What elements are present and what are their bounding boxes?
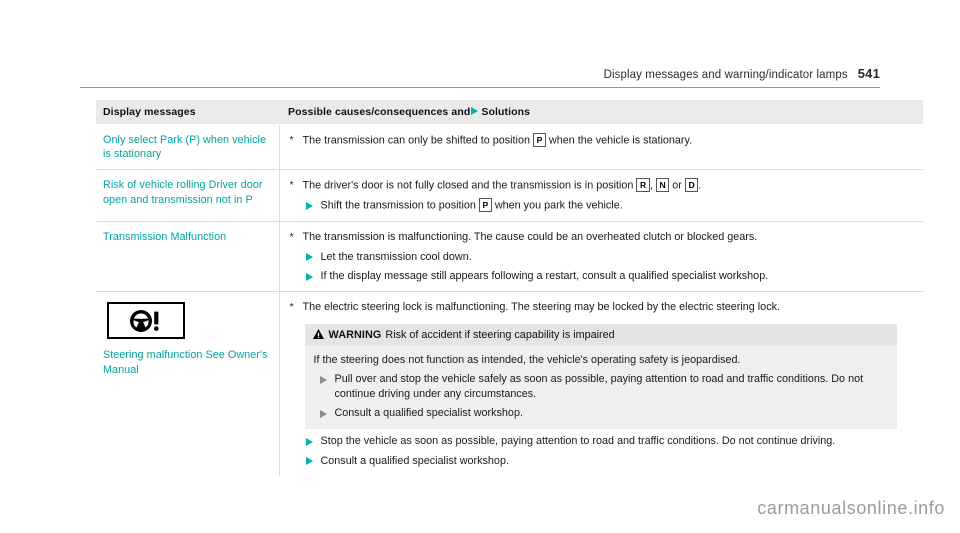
solution-line: Shift the transmission to position P whe… [289,198,918,213]
causes-solutions-cell: * The transmission can only be shifted to… [279,124,923,171]
asterisk-marker: * [289,134,294,146]
solution-line: If the display message still appears fol… [289,269,918,283]
column-header-display-messages: Display messages [96,100,279,125]
cause-line: * The electric steering lock is malfuncti… [289,300,918,314]
page-number: 541 [857,66,880,81]
warning-action-line: Pull over and stop the vehicle safely as… [314,372,887,401]
table-row: Risk of vehicle rolling Driver door open… [96,169,923,223]
solution-triangle-icon [319,409,327,418]
column-header-solutions-text: Solutions [481,106,531,118]
display-message-cell: Only select Park (P) when vehicle is sta… [96,124,280,171]
table-row: Steering malfunction See Owner's Manual *… [96,291,923,477]
asterisk-marker: * [289,301,294,314]
cause-line: * The transmission can only be shifted to… [289,133,918,148]
solution-triangle-icon [471,107,479,115]
display-message-text: Risk of vehicle rolling Driver door open… [103,179,263,206]
display-message-text: Steering malfunction See Owner's Manual [103,349,268,376]
asterisk-marker: * [289,179,294,192]
inline-text: when you park the vehicle. [491,199,623,212]
cause-line: * The transmission is malfunctioning. The… [289,230,918,244]
inline-text: Consult a qualified specialist workshop. [320,454,509,467]
gear-position-indicator: P [478,198,492,213]
gear-position-indicator: R [636,178,650,193]
table-row: Only select Park (P) when vehicle is sta… [96,124,923,171]
table-header-row: Display messages Possible causes/consequ… [96,100,923,125]
column-header-causes-solutions: Possible causes/consequences and Solution… [279,100,923,125]
inline-text: If the display message still appears fol… [320,270,769,283]
asterisk-marker: * [289,231,294,244]
display-message-cell: Steering malfunction See Owner's Manual [96,291,280,477]
inline-text: The transmission is malfunctioning. The … [302,231,758,244]
inline-text: . [698,179,702,192]
cause-line: * The driver's door is not fully closed a… [289,178,918,193]
solution-triangle-icon [305,253,313,262]
inline-text: Shift the transmission to position [320,199,479,212]
steering-wheel-glyph [130,309,159,332]
inline-text: Let the transmission cool down. [320,250,472,263]
warning-box-header: WARNING Risk of accident if steering capa… [304,323,897,346]
column-header-causes-text: Possible causes/consequences and [288,106,471,118]
warning-action-line: Consult a qualified specialist workshop. [314,406,887,420]
inline-text: The driver's door is not fully closed an… [302,179,637,192]
inline-text: The transmission can only be shifted to … [302,134,533,147]
inline-text: when the vehicle is stationary. [545,134,693,147]
solution-triangle-icon [305,201,313,210]
gear-position-indicator: N [655,178,670,193]
solution-line: Consult a qualified specialist workshop. [289,454,918,468]
table-row: Transmission Malfunction * The transmissio… [96,221,923,293]
steering-wheel-warning-icon [107,302,185,340]
warning-heading: Risk of accident if steering capability … [385,328,615,341]
solution-triangle-icon [319,375,327,384]
solution-line: Stop the vehicle as soon as possible, pa… [289,434,918,448]
warning-action-text: Consult a qualified specialist workshop. [334,407,523,420]
header-divider-rule [80,87,880,88]
warning-box-body: If the steering does not function as int… [305,346,897,421]
display-message-cell: Risk of vehicle rolling Driver door open… [96,169,280,223]
table-body: Only select Park (P) when vehicle is sta… [96,124,923,477]
page-running-header: Display messages and warning/indicator l… [80,66,880,81]
causes-solutions-cell: * The driver's door is not fully closed a… [279,169,923,223]
warning-triangle-icon [312,328,324,339]
inline-text: Stop the vehicle as soon as possible, pa… [320,435,836,448]
site-watermark: carmanualsonline.info [757,498,945,518]
causes-solutions-cell: * The electric steering lock is malfuncti… [279,292,923,476]
display-messages-table: Display messages Possible causes/consequ… [96,100,923,477]
warning-body-text: If the steering does not function as int… [313,353,741,366]
warning-box: WARNING Risk of accident if steering capa… [304,323,897,430]
solution-triangle-icon [305,272,313,281]
display-message-text: Only select Park (P) when vehicle is sta… [103,134,267,161]
solution-triangle-icon [305,457,313,466]
inline-text: The electric steering lock is malfunctio… [302,301,781,314]
display-message-cell: Transmission Malfunction [96,221,280,293]
gear-position-indicator: D [684,178,699,193]
warning-action-text: Pull over and stop the vehicle safely as… [334,373,864,400]
causes-solutions-cell: * The transmission is malfunctioning. The… [279,221,923,293]
page-title: Display messages and warning/indicator l… [603,69,848,81]
inline-text: or [669,179,685,192]
solution-line: Let the transmission cool down. [289,250,918,264]
gear-position-indicator: P [532,133,546,147]
display-message-text: Transmission Malfunction [103,231,227,244]
warning-label: WARNING [328,328,382,341]
solution-triangle-icon [305,437,313,446]
